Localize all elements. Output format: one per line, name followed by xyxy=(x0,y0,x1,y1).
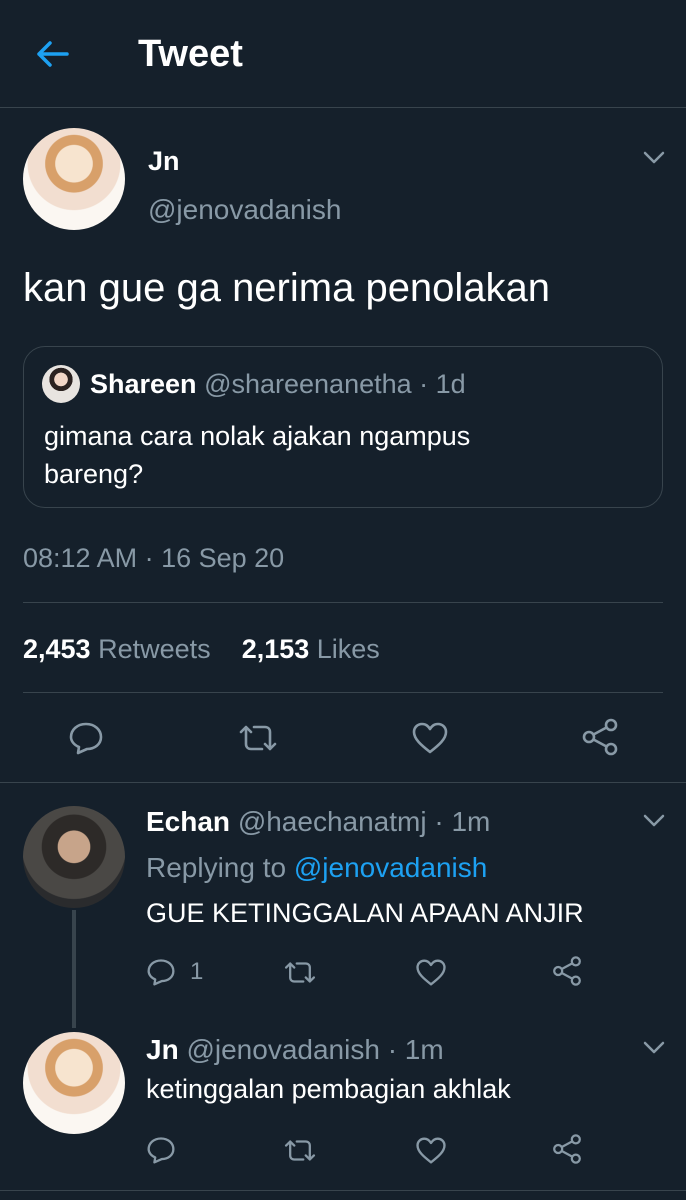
share-icon xyxy=(553,1134,581,1164)
retweet-button[interactable] xyxy=(280,1132,320,1168)
tweet-stats: 2,453 Retweets 2,153 Likes xyxy=(23,634,380,665)
replying-to-label: Replying to xyxy=(146,852,287,883)
share-button[interactable] xyxy=(548,1130,586,1168)
reply-count: 1 xyxy=(190,958,204,985)
quoted-time: · 1d xyxy=(419,369,466,399)
reply-icon xyxy=(147,1137,175,1164)
share-button[interactable] xyxy=(548,952,586,990)
chevron-down-icon[interactable] xyxy=(641,147,667,167)
reply-time: · 1m xyxy=(434,806,491,837)
replying-to-handle[interactable]: @jenovadanish xyxy=(294,852,487,883)
chevron-down-icon[interactable] xyxy=(641,810,667,830)
chevron-down-icon[interactable] xyxy=(641,1037,667,1057)
share-button[interactable] xyxy=(578,716,622,758)
heart-icon xyxy=(412,722,448,754)
retweet-icon xyxy=(284,1139,316,1161)
thread-line xyxy=(72,910,76,1028)
retweet-button[interactable] xyxy=(234,718,282,758)
reply-icon xyxy=(147,959,175,986)
like-button[interactable] xyxy=(412,954,450,990)
retweet-button[interactable] xyxy=(280,954,320,990)
quoted-header: Shareen @shareenanetha · 1d xyxy=(90,369,466,400)
reply-button[interactable]: 1 xyxy=(146,954,210,990)
page-title: Tweet xyxy=(138,33,243,75)
reply-button[interactable] xyxy=(146,1132,182,1168)
quoted-text-line: gimana cara nolak ajakan ngampus xyxy=(44,421,471,451)
tweet-text: kan gue ga nerima penolakan xyxy=(23,266,551,310)
heart-icon xyxy=(416,1137,446,1163)
quoted-author-name: Shareen xyxy=(90,369,197,399)
reply-text: GUE KETINGGALAN APAAN ANJIR xyxy=(146,898,584,928)
reply-author-name[interactable]: Echan xyxy=(146,806,230,837)
reply-author-handle[interactable]: @jenovadanish xyxy=(186,1034,379,1065)
retweets-label: Retweets xyxy=(98,634,211,664)
quoted-tweet[interactable]: Shareen @shareenanetha · 1d gimana cara … xyxy=(23,346,663,508)
replying-to: Replying to @jenovadanish xyxy=(146,852,487,884)
reply-time: · 1m xyxy=(387,1034,444,1065)
retweet-icon xyxy=(239,725,277,751)
share-icon xyxy=(582,718,618,756)
retweet-icon xyxy=(284,961,316,983)
share-icon xyxy=(553,956,581,986)
likes-stat[interactable]: 2,153 Likes xyxy=(242,634,380,664)
arrow-left-icon xyxy=(37,41,69,67)
divider xyxy=(0,1190,686,1191)
retweets-count: 2,453 xyxy=(23,634,91,664)
reply-author-name[interactable]: Jn xyxy=(146,1034,179,1065)
author-name[interactable]: Jn xyxy=(148,146,180,177)
reply-button[interactable] xyxy=(64,718,108,758)
quoted-text: gimana cara nolak ajakan ngampus bareng? xyxy=(44,417,470,493)
avatar[interactable] xyxy=(23,128,125,230)
reply-header: Echan @haechanatmj · 1m xyxy=(146,806,490,838)
avatar[interactable] xyxy=(23,806,125,908)
reply-header: Jn @jenovadanish · 1m xyxy=(146,1034,444,1066)
quoted-avatar xyxy=(42,365,80,403)
divider xyxy=(0,782,686,783)
retweets-stat[interactable]: 2,453 Retweets xyxy=(23,634,218,664)
reply-text: ketinggalan pembagian akhlak xyxy=(146,1074,511,1104)
likes-label: Likes xyxy=(316,634,380,664)
quoted-text-line: bareng? xyxy=(44,459,144,489)
heart-icon xyxy=(416,959,446,985)
top-bar: Tweet xyxy=(0,0,686,108)
divider xyxy=(23,602,663,603)
avatar[interactable] xyxy=(23,1032,125,1134)
reply-author-handle[interactable]: @haechanatmj xyxy=(238,806,427,837)
like-button[interactable] xyxy=(412,1132,450,1168)
like-button[interactable] xyxy=(408,718,452,758)
back-button[interactable] xyxy=(30,34,74,74)
author-handle[interactable]: @jenovadanish xyxy=(148,194,341,226)
tweet-timestamp: 08:12 AM · 16 Sep 20 xyxy=(23,543,285,573)
divider xyxy=(23,692,663,693)
reply-icon xyxy=(69,722,103,755)
quoted-author-handle: @shareenanetha xyxy=(204,369,412,399)
likes-count: 2,153 xyxy=(241,634,310,664)
